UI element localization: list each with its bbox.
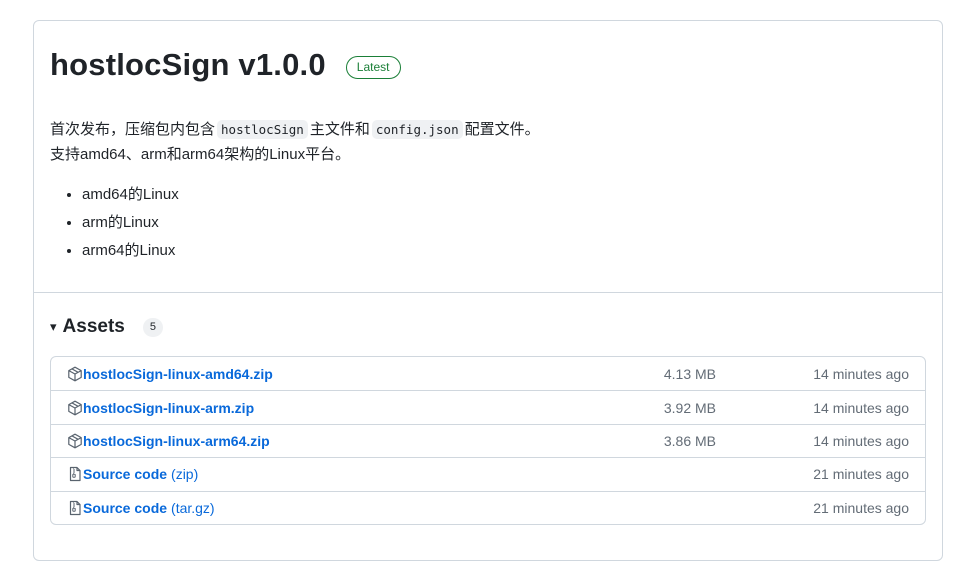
asset-list: hostlocSign-linux-amd64.zip 4.13 MB 14 m… xyxy=(50,356,926,525)
inline-code: config.json xyxy=(371,120,463,139)
release-title[interactable]: hostlocSign v1.0.0 xyxy=(50,47,326,83)
asset-row: hostlocSign-linux-arm.zip 3.92 MB 14 min… xyxy=(51,390,925,423)
desc-text: 配置文件。 xyxy=(464,121,540,138)
inline-code: hostlocSign xyxy=(217,120,308,139)
asset-download-link[interactable]: Source code xyxy=(83,500,167,516)
release-card: hostlocSign v1.0.0 Latest 首次发布，压缩包内包含 hos… xyxy=(33,20,943,561)
asset-row: hostlocSign-linux-amd64.zip 4.13 MB 14 m… xyxy=(51,357,925,390)
asset-download-link[interactable]: hostlocSign-linux-arm64.zip xyxy=(83,433,270,449)
asset-timestamp: 21 minutes ago xyxy=(813,499,909,516)
platform-list: amd64的Linux arm的Linux arm64的Linux xyxy=(50,181,926,265)
desc-text: 首次发布，压缩包内包含 xyxy=(50,121,216,138)
platform-item: arm的Linux xyxy=(82,209,926,237)
desc-line-1: 首次发布，压缩包内包含 hostlocSign 主文件和 config.json 配置文… xyxy=(50,117,926,142)
asset-size: 3.86 MB xyxy=(663,432,716,449)
release-body: hostlocSign v1.0.0 Latest 首次发布，压缩包内包含 hos… xyxy=(34,21,942,293)
assets-header[interactable]: ▾ Assets 5 xyxy=(50,293,926,361)
file-zip-icon xyxy=(69,467,81,482)
asset-row: Source code (zip) 21 minutes ago xyxy=(51,457,925,490)
asset-download-link[interactable]: hostlocSign-linux-arm.zip xyxy=(83,400,254,416)
asset-timestamp: 14 minutes ago xyxy=(813,399,909,416)
asset-row: Source code (tar.gz) 21 minutes ago xyxy=(51,490,925,524)
asset-download-link[interactable]: hostlocSign-linux-amd64.zip xyxy=(83,366,273,382)
assets-count-badge: 5 xyxy=(142,317,163,337)
desc-line-2: 支持amd64、arm和arm64架构的Linux平台。 xyxy=(50,146,351,163)
asset-row: hostlocSign-linux-arm64.zip 3.86 MB 14 m… xyxy=(51,423,925,457)
package-icon xyxy=(68,366,82,382)
assets-section: ▾ Assets 5 hostlocSign-linux-amd64.zip 4… xyxy=(34,293,942,525)
release-description: 首次发布，压缩包内包含 hostlocSign 主文件和 config.json 配置文… xyxy=(50,117,926,167)
asset-size: 3.92 MB xyxy=(663,399,716,416)
asset-size: 4.13 MB xyxy=(663,365,716,382)
package-icon xyxy=(68,400,82,415)
asset-timestamp: 14 minutes ago xyxy=(813,365,909,382)
assets-title[interactable]: Assets xyxy=(63,316,125,338)
release-header: hostlocSign v1.0.0 Latest xyxy=(50,47,926,83)
asset-timestamp: 21 minutes ago xyxy=(813,466,909,483)
asset-download-link[interactable]: Source code xyxy=(83,466,167,482)
package-icon xyxy=(68,433,82,449)
caret-down-icon[interactable]: ▾ xyxy=(50,319,57,335)
asset-format-label[interactable]: (zip) xyxy=(171,466,198,482)
latest-badge: Latest xyxy=(345,55,401,79)
platform-item: arm64的Linux xyxy=(82,237,926,265)
asset-timestamp: 14 minutes ago xyxy=(813,432,909,449)
platform-item: amd64的Linux xyxy=(82,181,926,209)
file-zip-icon xyxy=(69,500,81,515)
desc-text: 主文件和 xyxy=(309,121,370,138)
asset-format-label[interactable]: (tar.gz) xyxy=(171,500,215,516)
